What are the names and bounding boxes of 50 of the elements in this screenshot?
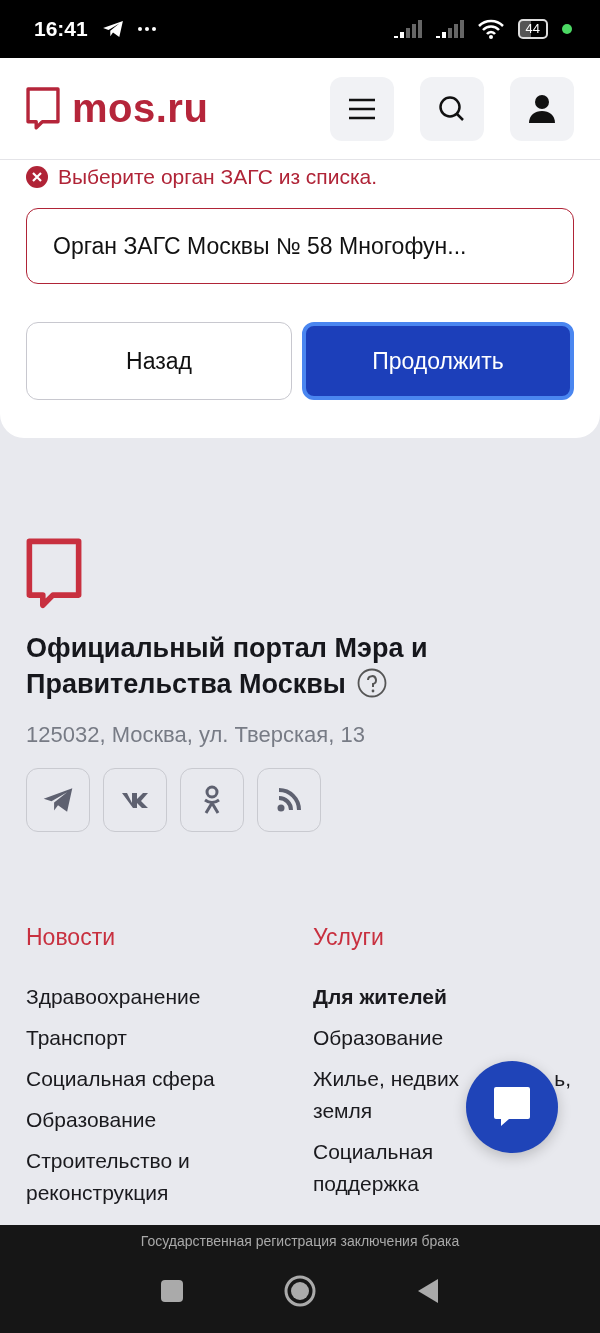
home-icon[interactable] bbox=[284, 1275, 316, 1307]
column-heading[interactable]: Новости bbox=[26, 923, 313, 951]
page-caption: Государственная регистрация заключения брака bbox=[140, 1233, 460, 1249]
column-heading[interactable]: Услуги bbox=[313, 923, 574, 951]
error-icon bbox=[26, 166, 48, 188]
portal-title: Официальный портал Мэра и Правительства Москвы bbox=[26, 631, 429, 701]
clock: 16:41 bbox=[34, 17, 88, 41]
logo-icon bbox=[26, 538, 82, 610]
vk-button[interactable] bbox=[103, 767, 167, 832]
footer-link[interactable]: Жилье, недвих bbox=[313, 1062, 460, 1095]
more-icon bbox=[137, 27, 156, 31]
profile-button[interactable] bbox=[510, 76, 574, 141]
back-icon[interactable] bbox=[416, 1278, 440, 1304]
telegram-icon bbox=[101, 20, 124, 38]
back-button[interactable]: Назад bbox=[26, 322, 292, 400]
telegram-button[interactable] bbox=[26, 767, 90, 832]
footer-link[interactable]: Социальная поддержка bbox=[313, 1135, 507, 1200]
footer-link[interactable]: Социальная сфера bbox=[26, 1062, 220, 1095]
recents-icon[interactable] bbox=[160, 1279, 184, 1303]
telegram-icon bbox=[42, 786, 74, 813]
rss-button[interactable] bbox=[257, 767, 321, 832]
footer-link[interactable]: земля bbox=[313, 1094, 373, 1127]
rss-icon bbox=[276, 786, 302, 813]
help-icon[interactable] bbox=[357, 667, 388, 698]
error-message: Выберите орган ЗАГС из списка. bbox=[58, 165, 378, 189]
footer-link[interactable]: Для жителей bbox=[313, 980, 507, 1013]
search-button[interactable] bbox=[420, 76, 484, 141]
search-icon bbox=[438, 94, 466, 123]
signal-icon bbox=[393, 20, 422, 38]
chat-icon bbox=[492, 1085, 532, 1129]
logo-icon bbox=[26, 86, 60, 131]
menu-icon bbox=[348, 97, 376, 120]
footer-link[interactable]: Образование bbox=[26, 1103, 220, 1136]
footer-link[interactable]: Образование bbox=[313, 1021, 507, 1054]
footer-link[interactable]: ь, bbox=[554, 1062, 571, 1095]
site-logo[interactable]: mos.ru bbox=[72, 86, 209, 131]
person-icon bbox=[202, 784, 222, 815]
menu-button[interactable] bbox=[330, 76, 394, 141]
footer-link[interactable]: Строительство и реконструкция bbox=[26, 1144, 220, 1209]
footer-link[interactable]: Транспорт bbox=[26, 1021, 220, 1054]
user-icon bbox=[527, 93, 557, 124]
status-dot bbox=[562, 24, 572, 34]
battery-level: 44 bbox=[517, 19, 548, 39]
address: 125032, Москва, ул. Тверская, 13 bbox=[26, 721, 366, 748]
wifi-icon bbox=[477, 19, 504, 39]
continue-button[interactable]: Продолжить bbox=[302, 322, 574, 400]
registry-office-select[interactable]: Орган ЗАГС Москвы № 58 Многофун... bbox=[26, 208, 574, 284]
footer-link[interactable]: Здравоохранение bbox=[26, 980, 220, 1013]
signal-icon bbox=[435, 20, 464, 38]
person-button[interactable] bbox=[180, 767, 244, 832]
